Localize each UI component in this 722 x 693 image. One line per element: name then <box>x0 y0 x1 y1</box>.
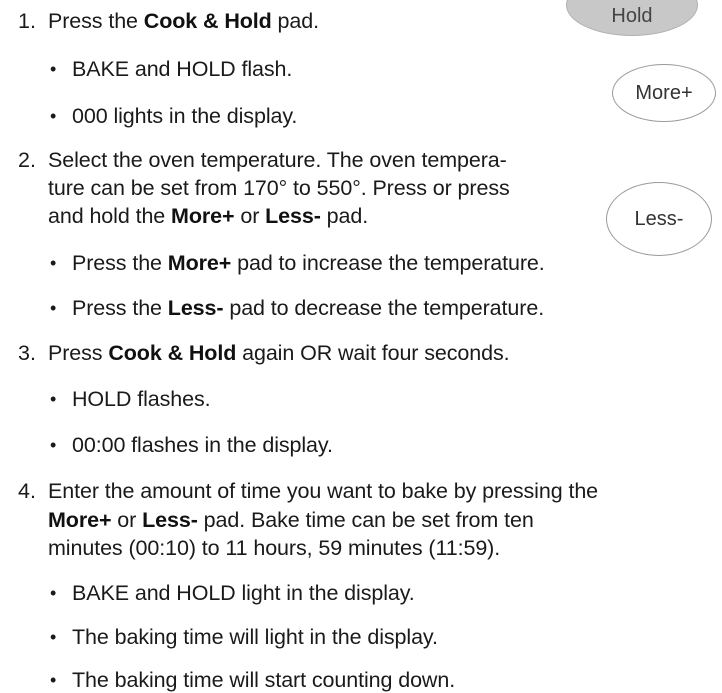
step-text: minutes (00:10) to 11 hours, 59 minutes … <box>48 536 501 560</box>
less-pad-graphic: Less- <box>606 182 712 256</box>
step-text: Press Cook & Hold again OR wait four sec… <box>48 341 510 365</box>
hold-pad-graphic: Hold <box>566 0 698 36</box>
step-text: Press the Cook & Hold pad. <box>48 9 320 33</box>
list-item: The baking time will light in the displa… <box>50 624 438 650</box>
step-number: 1. <box>18 9 36 33</box>
list-item: 000 lights in the display. <box>50 103 297 129</box>
list-item: Press the More+ pad to increase the temp… <box>50 250 545 276</box>
step-number: 2. <box>18 148 36 172</box>
more-pad-label: More+ <box>635 81 693 104</box>
less-pad-label: Less- <box>634 207 684 230</box>
list-item: BAKE and HOLD light in the display. <box>50 580 415 606</box>
more-pad-graphic: More+ <box>612 64 716 122</box>
step-number: 3. <box>18 341 36 365</box>
step-text: More+ or Less- pad. Bake time can be set… <box>48 508 534 532</box>
step-text: Select the oven temperature. The oven te… <box>48 148 507 172</box>
list-item: BAKE and HOLD flash. <box>50 56 292 82</box>
list-item: HOLD flashes. <box>50 386 211 412</box>
list-item: Press the Less- pad to decrease the temp… <box>50 295 544 321</box>
list-item: 00:00 flashes in the display. <box>50 432 333 458</box>
step-text: ture can be set from 170° to 550°. Press… <box>48 176 510 200</box>
step-text: Enter the amount of time you want to bak… <box>48 479 599 503</box>
step-number: 4. <box>18 479 36 503</box>
list-item: The baking time will start counting down… <box>50 667 455 693</box>
step-text: and hold the More+ or Less- pad. <box>48 204 369 228</box>
hold-pad-label: Hold <box>611 4 653 27</box>
